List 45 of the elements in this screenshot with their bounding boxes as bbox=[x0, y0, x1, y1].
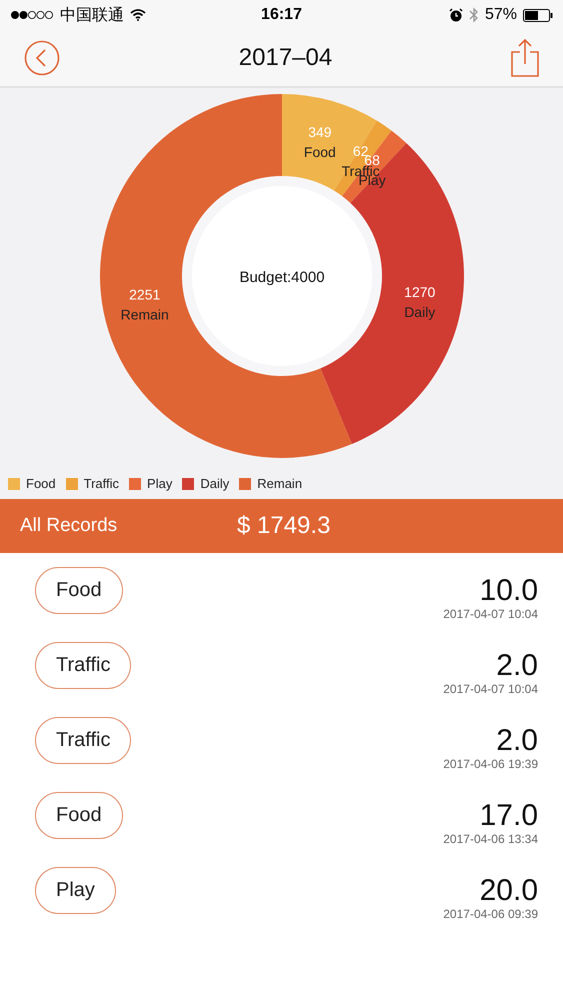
legend-swatch bbox=[8, 478, 20, 490]
category-tag[interactable]: Food bbox=[35, 792, 123, 839]
all-records-label: All Records bbox=[20, 515, 118, 537]
month-title: 2017–04 bbox=[238, 44, 332, 72]
wifi-icon bbox=[130, 9, 146, 21]
category-tag[interactable]: Play bbox=[35, 867, 116, 914]
back-button[interactable] bbox=[24, 40, 60, 76]
record-date: 2017-04-06 19:39 bbox=[443, 757, 538, 771]
battery-percent: 57% bbox=[484, 6, 518, 24]
budget-label: Budget:4000 bbox=[238, 269, 324, 286]
legend-swatch bbox=[129, 478, 142, 490]
record-date: 2017-04-06 13:34 bbox=[443, 832, 538, 846]
carrier-name: 中国联通 bbox=[60, 6, 124, 26]
value-label: 349 bbox=[308, 124, 332, 140]
clock-time: 16:17 bbox=[261, 6, 302, 24]
signal-icon bbox=[10, 10, 54, 20]
share-button[interactable] bbox=[511, 39, 539, 77]
category-tag[interactable]: Traffic bbox=[35, 642, 132, 689]
value-label: 2251 bbox=[128, 286, 160, 302]
record-amount: 20.0 bbox=[480, 875, 538, 907]
legend-swatch bbox=[66, 478, 78, 490]
legend-swatch bbox=[239, 478, 252, 490]
total-amount: $ 1749.3 bbox=[237, 512, 330, 540]
slice-label: Remain bbox=[120, 306, 168, 322]
bluetooth-icon bbox=[468, 7, 479, 23]
record-amount: 2.0 bbox=[496, 725, 538, 757]
value-label: 1270 bbox=[404, 284, 435, 300]
record-amount: 10.0 bbox=[480, 575, 538, 607]
legend-label: Play bbox=[147, 476, 172, 491]
legend-swatch bbox=[182, 478, 194, 490]
category-tag[interactable]: Traffic bbox=[35, 717, 132, 764]
slice-label: Daily bbox=[404, 304, 435, 320]
legend-label: Remain bbox=[257, 476, 302, 491]
alarm-icon bbox=[448, 8, 463, 22]
record-date: 2017-04-07 10:04 bbox=[443, 682, 538, 696]
record-amount: 2.0 bbox=[496, 650, 538, 682]
record-date: 2017-04-06 09:39 bbox=[443, 907, 538, 921]
battery-icon bbox=[523, 8, 554, 22]
record-amount: 17.0 bbox=[480, 800, 538, 832]
legend-label: Traffic bbox=[84, 476, 120, 491]
slice-label: Food bbox=[303, 144, 336, 160]
category-tag[interactable]: Food bbox=[35, 567, 123, 614]
record-date: 2017-04-07 10:04 bbox=[443, 607, 538, 621]
legend-label: Food bbox=[26, 476, 56, 491]
legend-label: Daily bbox=[200, 476, 230, 491]
